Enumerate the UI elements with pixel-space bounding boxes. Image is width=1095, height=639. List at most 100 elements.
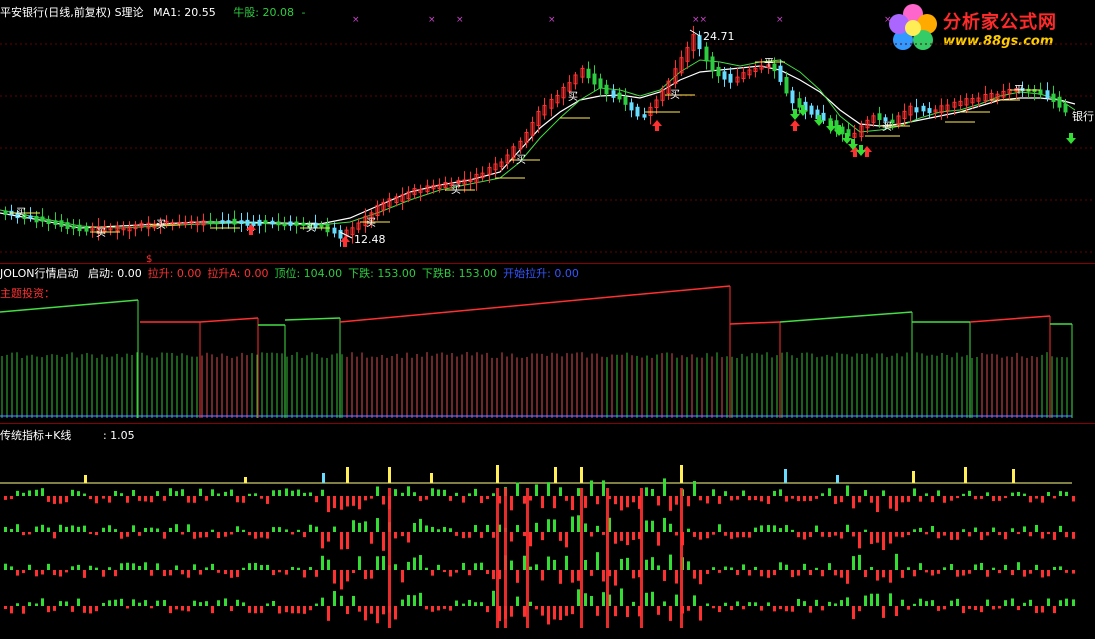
histogram-bar xyxy=(584,559,587,570)
histogram-bar xyxy=(919,598,922,606)
histogram-bar xyxy=(742,532,745,538)
histogram-bar xyxy=(150,527,153,532)
stock-name-label: 银行 xyxy=(1072,109,1094,123)
histogram-bar xyxy=(937,570,940,574)
histogram-bar xyxy=(462,603,465,606)
histogram-bar xyxy=(821,532,824,537)
candle xyxy=(3,210,8,215)
histogram-bar xyxy=(779,562,782,570)
chart-canvas[interactable]: × × × × ×× × × 买 买 买 买 买 买 买 买 买 平 买 平 2… xyxy=(0,0,1095,639)
histogram-bar xyxy=(211,563,214,570)
histogram-bar xyxy=(510,496,513,511)
histogram-bar xyxy=(437,529,440,532)
candle xyxy=(586,68,591,79)
histogram-bar xyxy=(303,532,306,538)
histogram-bar xyxy=(95,496,98,504)
histogram-bar xyxy=(370,496,373,499)
histogram-bar xyxy=(1041,606,1044,613)
histogram-bar xyxy=(41,570,44,575)
histogram-bar xyxy=(71,525,74,532)
histogram-bar xyxy=(10,496,13,500)
x-marker: × xyxy=(456,15,464,25)
signal-marker xyxy=(964,467,967,483)
histogram-bar xyxy=(4,606,7,610)
histogram-bar xyxy=(47,606,50,613)
histogram-bar xyxy=(333,570,336,584)
histogram-bar xyxy=(1053,532,1056,540)
histogram-bar xyxy=(236,526,239,532)
histogram-bar xyxy=(492,493,495,496)
histogram-bar xyxy=(651,489,654,496)
x-marker: × xyxy=(548,15,556,25)
histogram-bar xyxy=(156,528,159,532)
histogram-bar xyxy=(651,591,654,606)
histogram-bar xyxy=(376,606,379,624)
histogram-bar xyxy=(956,598,959,606)
histogram-bar xyxy=(230,606,233,612)
histogram-bar xyxy=(724,491,727,496)
histogram-bar xyxy=(931,600,934,606)
histogram-bar xyxy=(486,496,489,500)
histogram-bar xyxy=(413,595,416,606)
candle xyxy=(927,108,932,114)
histogram-bar xyxy=(4,526,7,532)
signal-marker xyxy=(580,467,583,483)
histogram-bar xyxy=(41,488,44,496)
histogram-bar xyxy=(907,606,910,610)
histogram-bar xyxy=(480,602,483,606)
histogram-bar xyxy=(266,496,269,504)
histogram-bar xyxy=(852,606,855,620)
histogram-bar xyxy=(547,482,550,496)
histogram-bar xyxy=(748,602,751,606)
histogram-bar xyxy=(169,570,172,576)
histogram-bar xyxy=(205,567,208,570)
histogram-bar xyxy=(260,606,263,613)
histogram-bar xyxy=(230,532,233,535)
histogram-bar xyxy=(352,520,355,532)
histogram-bar xyxy=(760,570,763,577)
histogram-bar xyxy=(443,526,446,532)
histogram-bar xyxy=(907,532,910,536)
histogram-bar xyxy=(407,486,410,496)
histogram-bar xyxy=(285,606,288,613)
candle xyxy=(790,90,795,104)
histogram-bar xyxy=(401,570,404,583)
histogram-bar xyxy=(828,601,831,606)
histogram-bar xyxy=(834,603,837,606)
candle xyxy=(226,220,231,224)
histogram-bar xyxy=(858,532,861,549)
histogram-bar xyxy=(199,488,202,496)
histogram-bar xyxy=(309,492,312,496)
histogram-bar xyxy=(199,570,202,575)
candle xyxy=(883,117,888,122)
histogram-bar xyxy=(431,570,434,576)
candle xyxy=(34,215,39,223)
histogram-bar xyxy=(937,532,940,539)
histogram-bar xyxy=(327,496,330,513)
histogram-bar xyxy=(1029,496,1032,503)
candle xyxy=(40,216,45,222)
histogram-bar xyxy=(864,490,867,496)
histogram-bar xyxy=(626,532,629,546)
histogram-bar xyxy=(943,532,946,536)
histogram-bar xyxy=(937,606,940,611)
indicator-value-3: 顶位: 104.00 xyxy=(274,267,343,280)
histogram-bar xyxy=(193,564,196,570)
histogram-bar xyxy=(266,603,269,606)
histogram-bar xyxy=(663,570,666,581)
candle xyxy=(294,221,299,226)
histogram-bar xyxy=(706,532,709,539)
histogram-bar xyxy=(724,602,727,606)
histogram-bar xyxy=(315,603,318,606)
histogram-bar xyxy=(425,525,428,532)
histogram-bar xyxy=(834,532,837,536)
histogram-bar xyxy=(840,570,843,578)
histogram-bar xyxy=(376,518,379,532)
histogram-bar xyxy=(669,554,672,570)
histogram-bar xyxy=(138,532,141,536)
indicator-value-5: 下跌B: 153.00 xyxy=(421,267,498,280)
histogram-bar xyxy=(291,566,294,570)
histogram-bar xyxy=(571,516,574,532)
histogram-bar xyxy=(1029,570,1032,574)
histogram-bar xyxy=(529,496,532,501)
